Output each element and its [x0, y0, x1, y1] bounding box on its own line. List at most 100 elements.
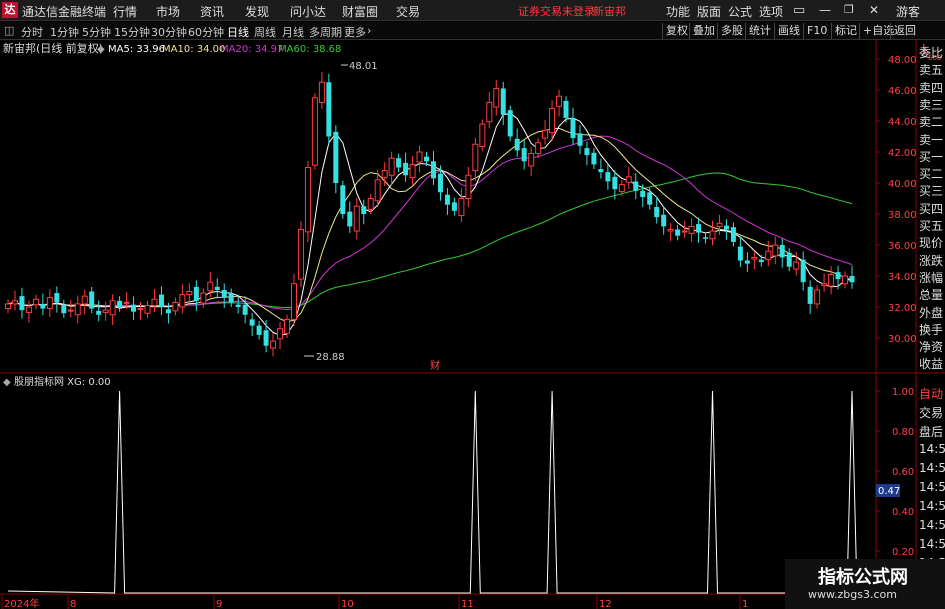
candle-body: [214, 286, 220, 290]
indicator-tick-label: 0.80: [892, 427, 914, 438]
candle-body: [703, 237, 709, 239]
candle-body: [326, 82, 332, 137]
candle-body: [96, 310, 102, 315]
toggle-icon[interactable]: ◫: [4, 24, 14, 37]
candle-body: [353, 205, 360, 232]
minimize-icon[interactable]: ▭: [793, 3, 805, 18]
candle-body: [200, 292, 207, 304]
low-price-label: 28.88: [316, 352, 345, 363]
candle-body: [542, 129, 549, 139]
candle-body: [835, 272, 841, 280]
candle-body: [144, 304, 151, 314]
candle-body: [814, 289, 821, 305]
price-tick-label: 40.00: [888, 179, 917, 190]
menu-shichang[interactable]: 市场: [156, 3, 180, 20]
indicator-toggle-icon[interactable]: ◆: [3, 377, 11, 388]
candle-body: [430, 161, 436, 179]
candle-body: [19, 296, 25, 311]
current-stock-name: 新宙邦: [593, 5, 626, 18]
user-label[interactable]: 游客: [896, 3, 920, 20]
candle-body: [437, 173, 443, 193]
menu-bar: 达 通达信金融终端 行情 市场 资讯 发现 问小达 财富圈 交易 证券交易未登录…: [0, 0, 945, 21]
kline-chart[interactable]: 新宙邦(日线 前复权) ◆ MA5: 33.96 MA10: 34.00 MA2…: [0, 40, 945, 374]
period-5min[interactable]: 5分钟: [82, 24, 111, 40]
candle-body: [647, 192, 653, 205]
login-notice[interactable]: 证券交易未登录: [518, 3, 595, 19]
menu-gongshi[interactable]: 公式: [728, 3, 752, 20]
date-label: 10: [341, 599, 354, 609]
restore-icon[interactable]: ❐: [844, 3, 854, 16]
price-tick-label: 42.00: [888, 148, 917, 159]
candle-body: [723, 225, 729, 230]
btn-biaoji[interactable]: 标记: [831, 23, 857, 39]
chevron-right-icon[interactable]: ›: [367, 24, 371, 37]
candle-body: [528, 153, 535, 167]
menu-caifuquan[interactable]: 财富圈: [342, 3, 378, 20]
price-tick-label: 44.00: [888, 117, 917, 128]
side-label: 卖三: [919, 97, 944, 112]
minus-icon[interactable]: —: [819, 3, 831, 17]
date-label: 12: [599, 599, 612, 609]
period-15min[interactable]: 15分钟: [114, 24, 150, 40]
btn-fuquan[interactable]: 复权: [662, 23, 688, 39]
candle-body: [472, 143, 479, 172]
candle-body: [577, 133, 583, 146]
side-label: 卖四: [919, 80, 944, 95]
side-label: 净资: [919, 340, 944, 355]
btn-fanhui[interactable]: 返回: [890, 23, 916, 39]
menu-jiaoyi[interactable]: 交易: [396, 3, 420, 20]
finance-marker[interactable]: 财: [430, 359, 440, 372]
side-label: 外盘: [919, 305, 944, 320]
btn-tongji[interactable]: 统计: [745, 23, 771, 39]
candle-body: [361, 206, 367, 214]
btn-diejia[interactable]: 叠加: [689, 23, 715, 39]
period-1min[interactable]: 1分钟: [50, 24, 79, 40]
indicator-side-label: 14:56: [919, 499, 945, 513]
candle-body: [514, 138, 520, 151]
candle-body: [779, 245, 785, 258]
period-fenshi[interactable]: 分时: [21, 24, 43, 40]
watermark-url: www.zbgs3.com: [808, 588, 897, 601]
period-week[interactable]: 周线: [254, 24, 276, 40]
candle-body: [758, 259, 764, 263]
date-label: 11: [461, 599, 474, 609]
candle-body: [221, 289, 227, 298]
candle-body: [661, 214, 667, 227]
close-icon[interactable]: ✕: [869, 3, 879, 17]
menu-banmian[interactable]: 版面: [697, 3, 721, 20]
candle-body: [158, 294, 164, 307]
menu-xuanxiang[interactable]: 选项: [759, 3, 783, 20]
ma-settings-icon[interactable]: ◆: [97, 44, 105, 55]
period-month[interactable]: 月线: [282, 24, 304, 40]
candle-body: [367, 198, 374, 210]
indicator-tick-label: 0.20: [892, 547, 914, 558]
period-day[interactable]: 日线: [227, 24, 249, 40]
period-multi[interactable]: 多周期: [309, 24, 342, 40]
menu-faxian[interactable]: 发现: [245, 3, 269, 20]
indicator-current-value: 0.47: [878, 486, 900, 497]
menu-wenxiaoda[interactable]: 问小达: [290, 3, 326, 20]
candle-body: [570, 117, 576, 139]
ma60-line: [7, 172, 853, 309]
btn-huaxian[interactable]: 画线: [774, 23, 800, 39]
period-60min[interactable]: 60分钟: [188, 24, 224, 40]
candle-body: [486, 101, 493, 123]
period-more[interactable]: 更多: [344, 24, 366, 40]
btn-duogu[interactable]: 多股: [717, 23, 743, 39]
candle-body: [89, 291, 95, 309]
indicator-side-label: 盘后: [919, 425, 944, 439]
candle-body: [249, 319, 255, 326]
btn-zixuan[interactable]: +自选: [859, 23, 894, 39]
menu-zixun[interactable]: 资讯: [200, 3, 224, 20]
menu-hangqing[interactable]: 行情: [113, 3, 137, 20]
app-logo-icon: 达: [2, 2, 18, 18]
candle-body: [179, 294, 186, 308]
candle-body: [270, 340, 277, 349]
menu-gongneng[interactable]: 功能: [666, 3, 690, 20]
period-30min[interactable]: 30分钟: [151, 24, 187, 40]
candle-body: [81, 295, 88, 305]
btn-f10[interactable]: F10: [803, 23, 827, 39]
candle-body: [793, 261, 800, 270]
candle-body: [521, 148, 527, 162]
candle-body: [640, 190, 646, 197]
